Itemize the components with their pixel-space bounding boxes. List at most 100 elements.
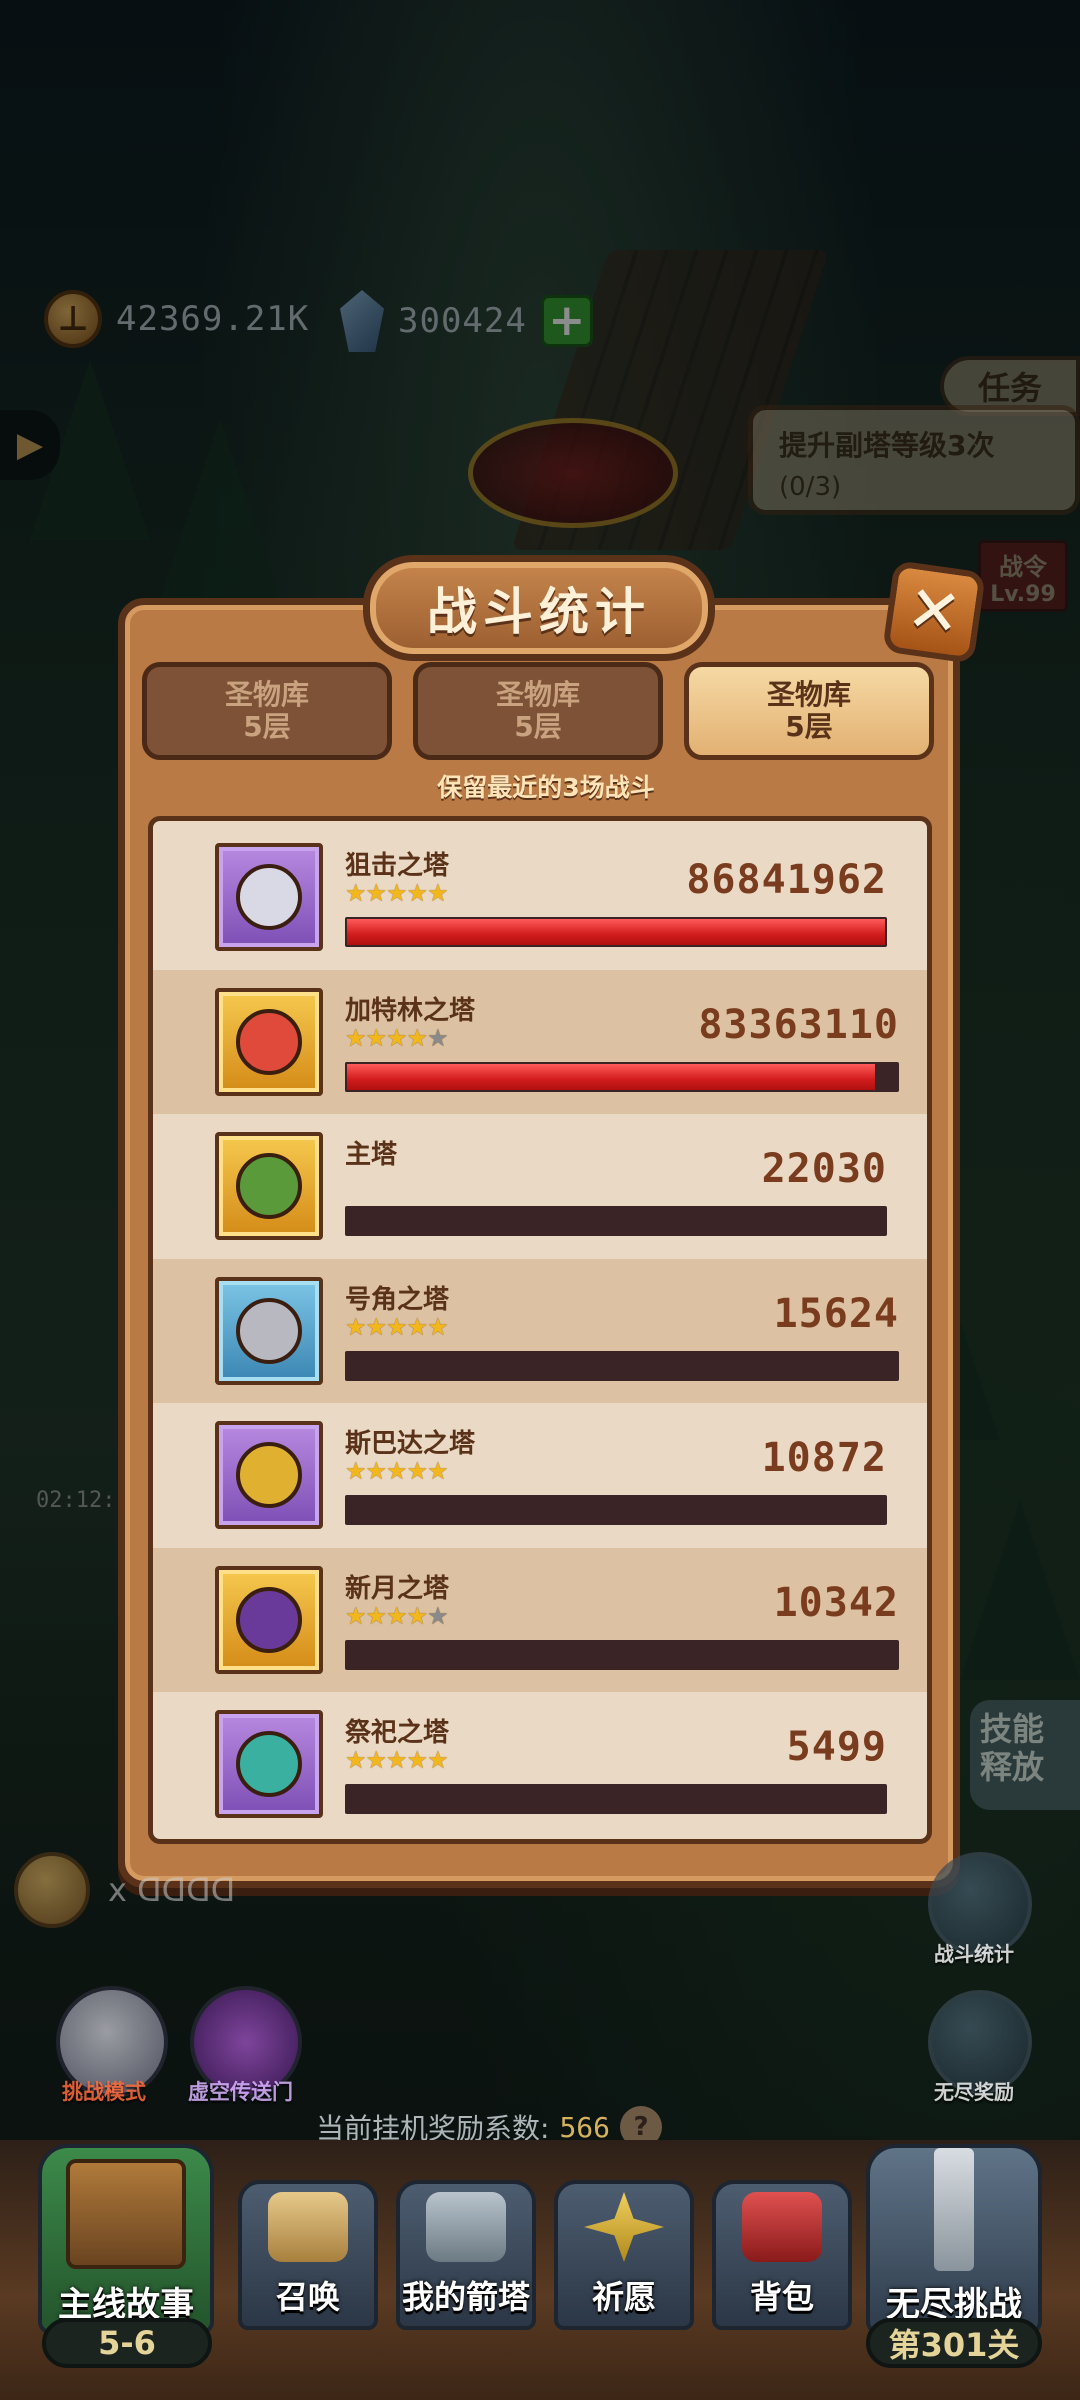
story-book-icon — [66, 2159, 186, 2269]
endless-stage: 第301关 — [866, 2318, 1042, 2368]
nav-summon[interactable]: 召唤 — [238, 2180, 378, 2330]
nav-story[interactable]: 主线故事 — [38, 2144, 214, 2334]
nav-summon-label: 召唤 — [275, 2278, 340, 2316]
skill-release-text: 释放 — [980, 1748, 1045, 1787]
tower-portrait — [236, 1297, 302, 1364]
revive-counter: x ᗡᗡᗡᗡ — [14, 1852, 235, 1928]
skill-release-text: 技能 — [980, 1710, 1045, 1748]
tower-avatar — [215, 1421, 323, 1530]
star-rating-icon: ★★★★★ — [345, 879, 449, 908]
tab-battle-1[interactable]: 圣物库 5层 — [142, 662, 392, 760]
star-rating-icon: ★★★★★ — [345, 1601, 449, 1630]
tab-floor: 5层 — [514, 710, 562, 743]
tower-portrait — [236, 1008, 302, 1075]
afk-reward-value: 566 — [559, 2110, 611, 2144]
tab-battle-2[interactable]: 圣物库 5层 — [413, 662, 663, 760]
tower-portrait — [236, 1442, 302, 1509]
backpack-icon — [742, 2192, 822, 2262]
tab-battle-3[interactable]: 圣物库 5层 — [684, 662, 934, 760]
tower-name: 主塔 — [345, 1140, 398, 1171]
star-rating-icon: ★★★★★ — [345, 1023, 449, 1052]
tab-label: 圣物库 — [224, 677, 309, 711]
tower-name: 号角之塔 — [345, 1284, 450, 1315]
tower-damage-list[interactable]: 狙击之塔 ★★★★★ 86841962 加特林之塔 ★★★★★ 83363110 主塔 220… — [148, 816, 932, 1844]
nav-my-towers-label: 我的箭塔 — [401, 2278, 530, 2316]
tower-portrait — [236, 864, 302, 931]
star-rating-icon: ★★★★★ — [345, 1312, 449, 1341]
damage-bar — [345, 1639, 899, 1670]
tower-avatar — [215, 1276, 323, 1385]
retention-note: 保留最近的3场战斗 — [437, 773, 655, 802]
tower-row: 新月之塔 ★★★★★ 10342 — [153, 1547, 927, 1692]
tower-damage: 10872 — [761, 1435, 887, 1482]
tower-name: 斯巴达之塔 — [345, 1429, 476, 1460]
damage-bar-fill — [345, 917, 887, 948]
endless-reward-label: 无尽奖励 — [934, 2080, 1014, 2104]
skill-release-button[interactable]: 技能 释放 — [970, 1700, 1080, 1810]
void-portal-label: 虚空传送门 — [188, 2080, 293, 2104]
modal-title-banner: 战斗统计 — [363, 555, 715, 661]
tower-avatar — [215, 987, 323, 1096]
tower-damage: 10342 — [773, 1579, 899, 1626]
tower-name: 加特林之塔 — [345, 995, 476, 1026]
tower-info: 狙击之塔 ★★★★★ 86841962 — [345, 843, 915, 951]
tower-portrait — [236, 1586, 302, 1653]
battle-stats-label: 战斗统计 — [934, 1942, 1014, 1966]
tower-avatar — [215, 1710, 323, 1819]
damage-bar — [345, 1495, 887, 1526]
tower-info: 号角之塔 ★★★★★ 15624 — [345, 1277, 927, 1385]
modal-title: 战斗统计 — [427, 583, 651, 641]
tower-avatar — [215, 1132, 323, 1241]
tower-name: 祭祀之塔 — [345, 1718, 450, 1749]
tower-info: 加特林之塔 ★★★★★ 83363110 — [345, 988, 927, 1096]
tab-floor: 5层 — [785, 710, 833, 743]
sword-icon — [934, 2148, 974, 2271]
damage-bar — [345, 1350, 899, 1381]
tower-name: 新月之塔 — [345, 1573, 450, 1604]
tab-floor: 5层 — [243, 710, 291, 743]
tower-avatar — [215, 843, 323, 952]
nav-pray[interactable]: 祈愿 — [554, 2180, 694, 2330]
tower-row: 主塔 22030 — [165, 1114, 915, 1259]
damage-bar — [345, 917, 887, 948]
tower-info: 主塔 22030 — [345, 1132, 915, 1240]
tower-info: 新月之塔 ★★★★★ 10342 — [345, 1566, 927, 1674]
nav-bag-label: 背包 — [749, 2278, 814, 2316]
nav-pray-label: 祈愿 — [591, 2278, 656, 2316]
nav-bag[interactable]: 背包 — [712, 2180, 852, 2330]
tower-row: 斯巴达之塔 ★★★★★ 10872 — [165, 1403, 915, 1548]
tower-row: 祭祀之塔 ★★★★★ 5499 — [165, 1692, 915, 1837]
damage-bar — [345, 1061, 899, 1092]
battle-tabs: 圣物库 5层 圣物库 5层 圣物库 5层 — [142, 662, 934, 760]
star-icon — [584, 2192, 664, 2262]
nav-endless[interactable]: 无尽挑战 — [866, 2144, 1042, 2334]
tower-row: 号角之塔 ★★★★★ 15624 — [153, 1258, 927, 1403]
close-button[interactable]: ✕ — [882, 560, 986, 664]
tower-damage: 83363110 — [698, 1001, 899, 1048]
challenge-mode-label: 挑战模式 — [62, 2080, 146, 2104]
tower-row: 加特林之塔 ★★★★★ 83363110 — [153, 969, 927, 1114]
tower-damage: 22030 — [761, 1146, 887, 1193]
tower-damage: 86841962 — [686, 857, 887, 904]
tab-label: 圣物库 — [766, 677, 851, 711]
scroll-icon — [268, 2192, 348, 2262]
revive-value: x ᗡᗡᗡᗡ — [108, 1871, 236, 1909]
tower-info: 祭祀之塔 ★★★★★ 5499 — [345, 1710, 915, 1818]
tab-label: 圣物库 — [495, 677, 580, 711]
star-rating-icon: ★★★★★ — [345, 1457, 449, 1486]
tower-damage: 5499 — [786, 1724, 887, 1771]
damage-bar — [345, 1784, 887, 1815]
star-rating-icon: ★★★★★ — [345, 1746, 449, 1775]
tower-icon — [426, 2192, 506, 2262]
tower-damage: 15624 — [773, 1290, 899, 1337]
tower-avatar — [215, 1565, 323, 1674]
revive-icon — [14, 1852, 90, 1928]
tower-portrait — [236, 1153, 302, 1220]
tower-row: 狙击之塔 ★★★★★ 86841962 — [165, 825, 915, 970]
damage-bar-fill — [345, 1061, 877, 1092]
tower-portrait — [236, 1731, 302, 1798]
story-stage: 5-6 — [42, 2318, 212, 2368]
tower-name: 狙击之塔 — [345, 851, 450, 882]
damage-bar — [345, 1206, 887, 1237]
nav-my-towers[interactable]: 我的箭塔 — [396, 2180, 536, 2330]
